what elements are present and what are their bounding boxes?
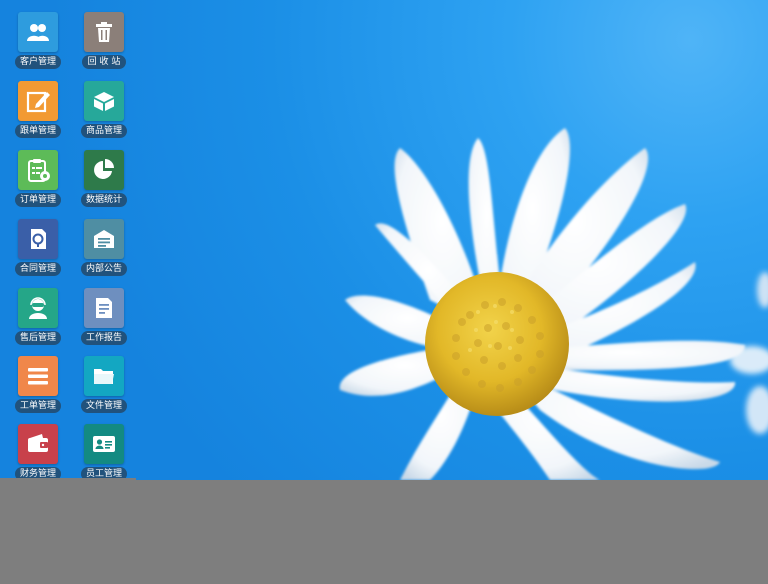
desktop-icon-work-report[interactable]: 工作报告 <box>72 288 136 350</box>
box-icon <box>94 92 114 111</box>
desktop-icon-label: 内部公告 <box>80 262 127 276</box>
contract-tile <box>18 219 58 259</box>
desktop-icon-data-statistics[interactable]: 数据统计 <box>72 150 136 212</box>
desktop-icon-label: 合同管理 <box>14 262 61 276</box>
support-agent-icon <box>29 297 47 319</box>
desktop-icon-label: 售后管理 <box>14 331 61 345</box>
desktop-icon-customer-management[interactable]: 客户管理 <box>6 12 70 74</box>
clipboard-tile <box>18 150 58 190</box>
id-card-icon <box>93 436 115 452</box>
desktop-icon-label: 数据统计 <box>80 193 127 207</box>
desktop-icon-after-sales-management[interactable]: 售后管理 <box>6 288 70 350</box>
contract-icon <box>31 229 46 249</box>
edit-icon <box>26 91 50 113</box>
desktop-icon-follow-up-management[interactable]: 跟单管理 <box>6 81 70 143</box>
desktop-icon-label: 客户管理 <box>14 55 61 69</box>
box-tile <box>84 81 124 121</box>
report-icon <box>96 298 112 318</box>
pie-chart-tile <box>84 150 124 190</box>
folder-tile <box>84 356 124 396</box>
announcement-tile <box>84 219 124 259</box>
desktop-icon-label: 工单管理 <box>14 399 61 413</box>
desktop-icon-order-management[interactable]: 订单管理 <box>6 150 70 212</box>
desktop-icon-finance-management[interactable]: 财务管理 <box>6 424 70 486</box>
list-icon <box>28 368 48 385</box>
trash-icon <box>96 22 112 42</box>
desktop-icon-ticket-management[interactable]: 工单管理 <box>6 356 70 418</box>
desktop-icon-label: 订单管理 <box>14 193 61 207</box>
desktop-icon-product-management[interactable]: 商品管理 <box>72 81 136 143</box>
pie-chart-icon <box>94 159 114 179</box>
wallet-tile <box>18 424 58 464</box>
desktop-icon-label: 回 收 站 <box>82 55 126 69</box>
desktop-icon-label: 商品管理 <box>80 124 127 138</box>
clipboard-icon <box>28 159 50 182</box>
desktop-icon-label: 跟单管理 <box>14 124 61 138</box>
desktop-icon-contract-management[interactable]: 合同管理 <box>6 219 70 281</box>
desktop-icon-label: 工作报告 <box>80 331 127 345</box>
desktop-icon-employee-management[interactable]: 员工管理 <box>72 424 136 486</box>
report-tile <box>84 288 124 328</box>
folder-icon <box>94 369 114 384</box>
customers-tile <box>18 12 58 52</box>
desktop-icon-label: 文件管理 <box>80 399 127 413</box>
desktop-icon-recycle-bin[interactable]: 回 收 站 <box>72 12 136 74</box>
list-tile <box>18 356 58 396</box>
edit-tile <box>18 81 58 121</box>
desktop-icon-file-management[interactable]: 文件管理 <box>72 356 136 418</box>
wallet-icon <box>28 434 48 452</box>
announcement-icon <box>94 230 114 248</box>
taskbar <box>0 480 768 584</box>
customers-icon <box>27 24 49 41</box>
id-card-tile <box>84 424 124 464</box>
desktop-icon-internal-announcement[interactable]: 内部公告 <box>72 219 136 281</box>
trash-tile <box>84 12 124 52</box>
support-agent-tile <box>18 288 58 328</box>
